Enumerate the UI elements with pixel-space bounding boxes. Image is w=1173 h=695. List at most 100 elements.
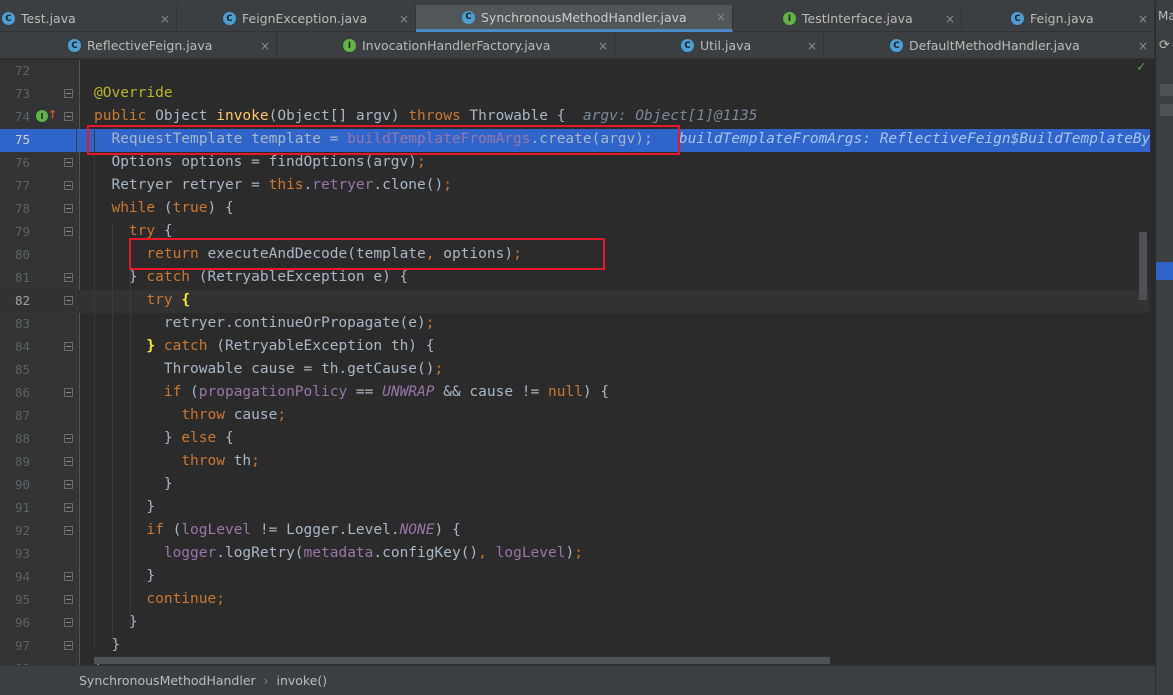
line-number[interactable]: 87	[0, 408, 30, 423]
code-line[interactable]: 89 throw th;	[0, 451, 1150, 474]
line-number[interactable]: 82	[0, 293, 30, 308]
code-line[interactable]: 92 if (logLevel != Logger.Level.NONE) {	[0, 520, 1150, 543]
code-text[interactable]: try {	[94, 223, 173, 239]
line-number[interactable]: 81	[0, 270, 30, 285]
implements-method-icon[interactable]: I	[36, 110, 48, 122]
line-number[interactable]: 79	[0, 224, 30, 239]
line-number[interactable]: 92	[0, 523, 30, 538]
code-text[interactable]: }	[94, 614, 138, 630]
fold-marker-icon[interactable]	[64, 503, 73, 512]
sync-icon[interactable]: ⟳	[1159, 38, 1170, 53]
line-number[interactable]: 89	[0, 454, 30, 469]
code-text[interactable]: }	[94, 637, 120, 653]
code-text[interactable]: Throwable cause = th.getCause();	[94, 361, 443, 377]
code-line[interactable]: 81 } catch (RetryableException e) {	[0, 267, 1150, 290]
code-text[interactable]: Retryer retryer = this.retryer.clone();	[94, 177, 452, 193]
code-text[interactable]: logger.logRetry(metadata.configKey(), lo…	[94, 545, 583, 561]
code-text[interactable]: public Object invoke(Object[] argv) thro…	[94, 108, 758, 124]
fold-marker-icon[interactable]	[64, 158, 73, 167]
line-number[interactable]: 75	[0, 132, 30, 147]
line-number[interactable]: 74	[0, 109, 30, 124]
close-icon[interactable]: ×	[1138, 39, 1148, 53]
close-icon[interactable]: ×	[945, 12, 955, 26]
close-icon[interactable]: ×	[160, 12, 170, 26]
tab-defaultmethodhandler-java[interactable]: C DefaultMethodHandler.java ×	[824, 32, 1155, 59]
fold-marker-icon[interactable]	[64, 273, 73, 282]
inspection-ok-icon[interactable]: ✓	[1136, 60, 1147, 75]
code-text[interactable]: } catch (RetryableException e) {	[94, 269, 408, 285]
fold-marker-icon[interactable]	[64, 618, 73, 627]
vertical-scrollbar[interactable]	[1139, 232, 1147, 300]
code-line[interactable]: 85 Throwable cause = th.getCause();	[0, 359, 1150, 382]
tab-test-java[interactable]: C Test.java ×	[0, 5, 177, 32]
tab-invocationhandlerfactory-java[interactable]: I InvocationHandlerFactory.java ×	[277, 32, 615, 59]
line-number[interactable]: 78	[0, 201, 30, 216]
fold-marker-icon[interactable]	[64, 89, 73, 98]
close-icon[interactable]: ×	[598, 39, 608, 53]
line-number[interactable]: 80	[0, 247, 30, 262]
line-number[interactable]: 94	[0, 569, 30, 584]
code-text[interactable]: }	[94, 476, 173, 492]
tab-reflectivefeign-java[interactable]: C ReflectiveFeign.java ×	[0, 32, 277, 59]
line-number[interactable]: 84	[0, 339, 30, 354]
code-line[interactable]: 91 }	[0, 497, 1150, 520]
fold-marker-icon[interactable]	[64, 227, 73, 236]
code-line[interactable]: 86 if (propagationPolicy == UNWRAP && ca…	[0, 382, 1150, 405]
breadcrumb-class[interactable]: SynchronousMethodHandler	[79, 673, 256, 688]
code-line[interactable]: 78 while (true) {	[0, 198, 1150, 221]
fold-marker-icon[interactable]	[64, 480, 73, 489]
code-text[interactable]: retryer.continueOrPropagate(e);	[94, 315, 435, 331]
tab-feignexception-java[interactable]: C FeignException.java ×	[177, 5, 416, 32]
code-text[interactable]: try {	[94, 292, 190, 308]
fold-marker-icon[interactable]	[64, 572, 73, 581]
code-text[interactable]: while (true) {	[94, 200, 233, 216]
override-arrow-icon[interactable]: ↑	[48, 108, 57, 121]
fold-marker-icon[interactable]	[64, 112, 73, 121]
fold-marker-icon[interactable]	[64, 181, 73, 190]
close-icon[interactable]: ×	[1138, 12, 1148, 26]
code-line[interactable]: 76 Options options = findOptions(argv);	[0, 152, 1150, 175]
code-line[interactable]: 96 }	[0, 612, 1150, 635]
line-number[interactable]: 86	[0, 385, 30, 400]
tab-testinterface-java[interactable]: I TestInterface.java ×	[733, 5, 962, 32]
code-text[interactable]: throw th;	[94, 453, 260, 469]
line-number[interactable]: 85	[0, 362, 30, 377]
line-number[interactable]: 91	[0, 500, 30, 515]
line-number[interactable]: 76	[0, 155, 30, 170]
tab-util-java[interactable]: C Util.java ×	[615, 32, 824, 59]
fold-marker-icon[interactable]	[64, 595, 73, 604]
code-text[interactable]: } catch (RetryableException th) {	[94, 338, 434, 354]
code-line[interactable]: 94 }	[0, 566, 1150, 589]
code-line[interactable]: 82 try {	[0, 290, 1150, 313]
code-line[interactable]: 83 retryer.continueOrPropagate(e);	[0, 313, 1150, 336]
close-icon[interactable]: ×	[807, 39, 817, 53]
code-text[interactable]: continue;	[94, 591, 225, 607]
fold-marker-icon[interactable]	[64, 434, 73, 443]
line-number[interactable]: 96	[0, 615, 30, 630]
line-number[interactable]: 72	[0, 63, 30, 78]
code-line[interactable]: 97 }	[0, 635, 1150, 658]
close-icon[interactable]: ×	[716, 10, 726, 24]
line-number[interactable]: 73	[0, 86, 30, 101]
code-line[interactable]: 87 throw cause;	[0, 405, 1150, 428]
tab-synchronousmethodhandler-java[interactable]: C SynchronousMethodHandler.java ×	[416, 5, 733, 32]
close-icon[interactable]: ×	[260, 39, 270, 53]
code-text[interactable]: }	[94, 499, 155, 515]
code-line[interactable]: 77 Retryer retryer = this.retryer.clone(…	[0, 175, 1150, 198]
code-text[interactable]: @Override	[94, 85, 173, 101]
line-number[interactable]: 88	[0, 431, 30, 446]
fold-marker-icon[interactable]	[64, 204, 73, 213]
code-text[interactable]: Options options = findOptions(argv);	[94, 154, 425, 170]
line-number[interactable]: 97	[0, 638, 30, 653]
code-line[interactable]: 88 } else {	[0, 428, 1150, 451]
code-text[interactable]: }	[94, 568, 155, 584]
line-number[interactable]: 95	[0, 592, 30, 607]
code-text[interactable]: throw cause;	[94, 407, 286, 423]
code-text[interactable]: } else {	[94, 430, 234, 446]
fold-marker-icon[interactable]	[64, 296, 73, 305]
line-number[interactable]: 90	[0, 477, 30, 492]
code-line[interactable]: 93 logger.logRetry(metadata.configKey(),…	[0, 543, 1150, 566]
fold-marker-icon[interactable]	[64, 526, 73, 535]
line-number[interactable]: 77	[0, 178, 30, 193]
fold-marker-icon[interactable]	[64, 457, 73, 466]
